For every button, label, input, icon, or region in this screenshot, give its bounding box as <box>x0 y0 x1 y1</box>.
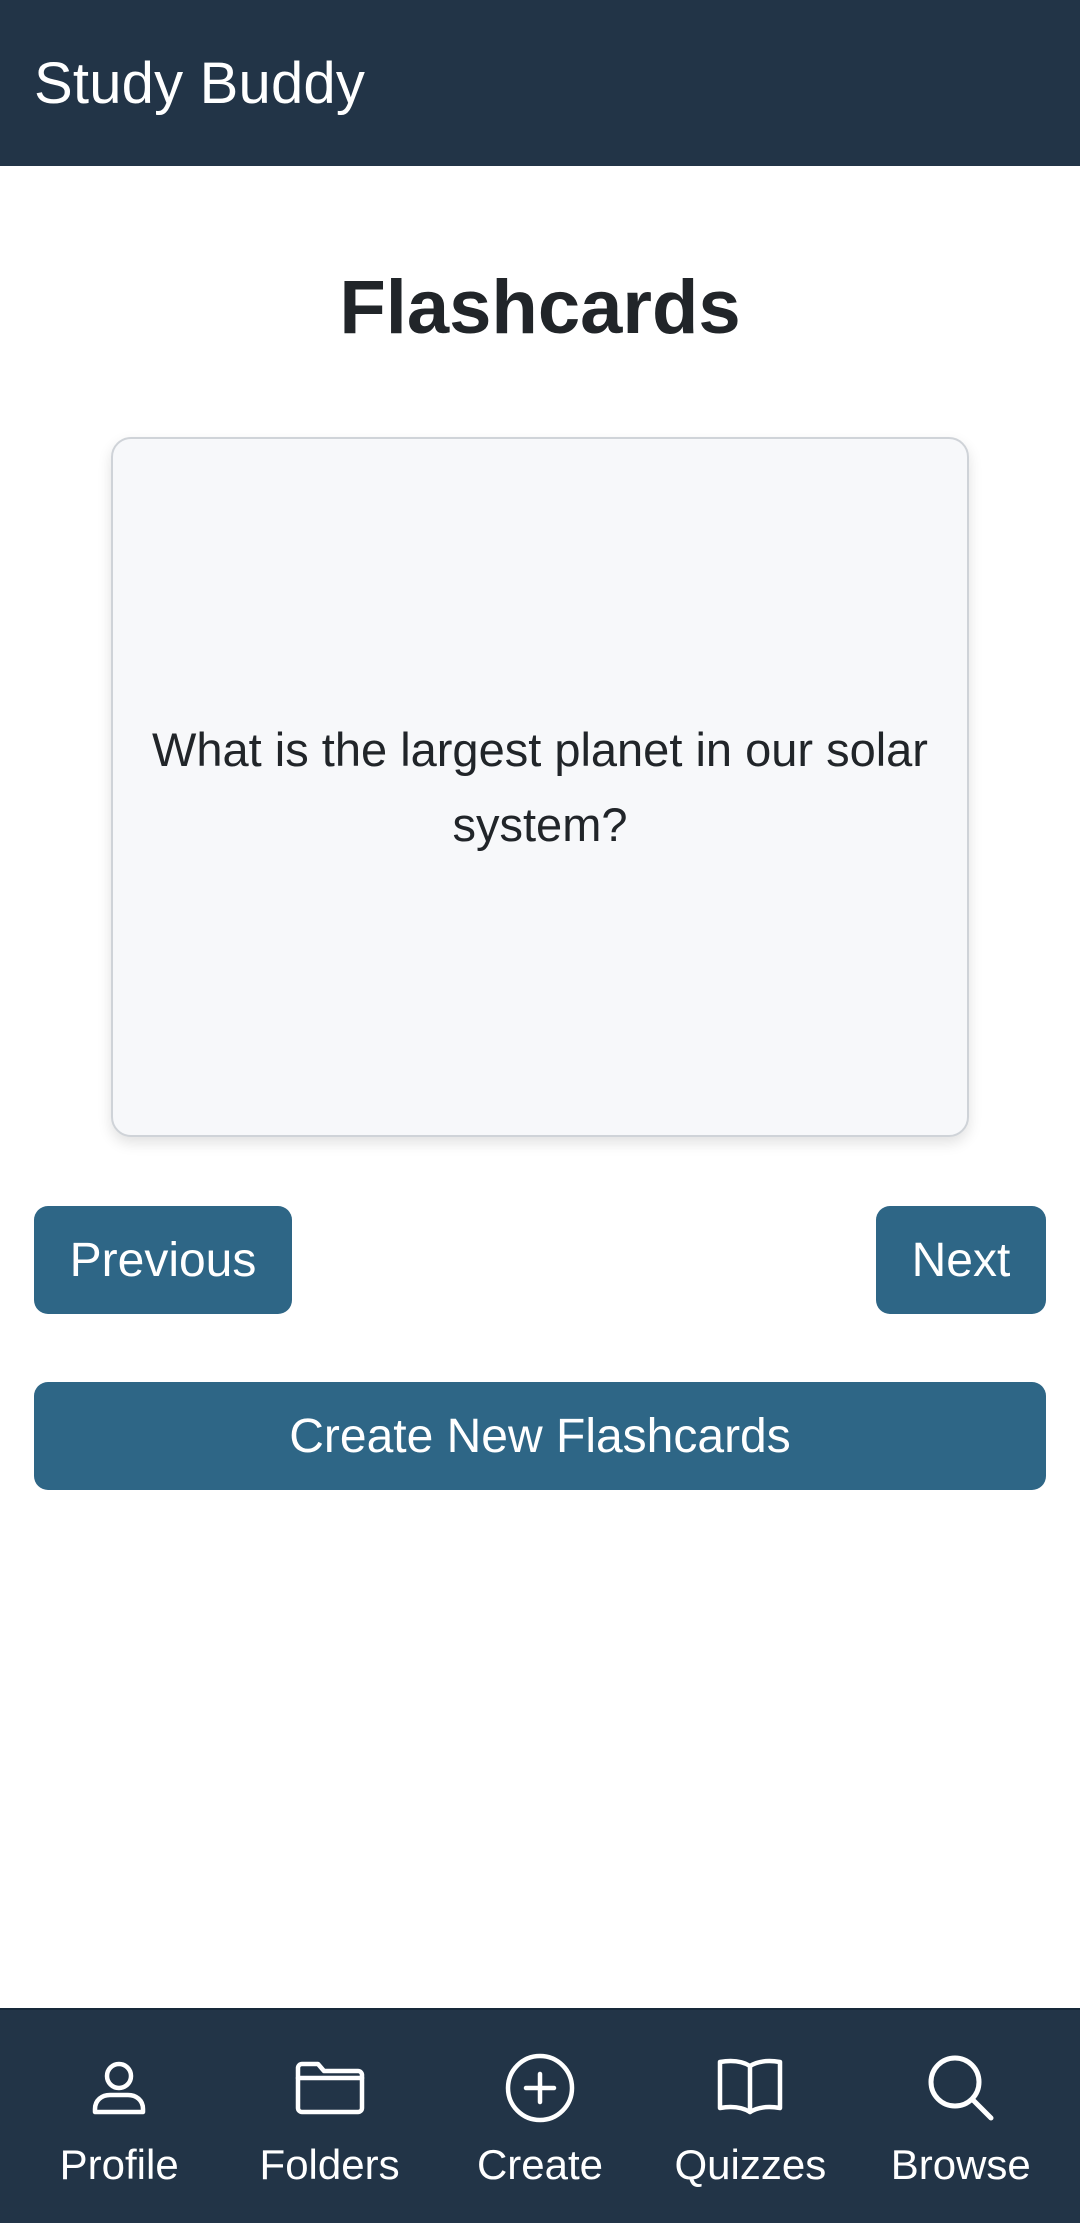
book-icon <box>712 2050 788 2126</box>
app-root: Study Buddy Flashcards What is the large… <box>0 0 1080 2223</box>
nav-label-browse: Browse <box>890 2141 1031 2188</box>
nav-label-profile: Profile <box>59 2141 179 2188</box>
nav-label-quizzes: Quizzes <box>674 2141 827 2188</box>
app-title: Study Buddy <box>34 50 366 116</box>
page-title: Flashcards <box>339 265 741 350</box>
app-header: Study Buddy <box>0 0 1080 166</box>
nav-item-profile[interactable]: Profile <box>19 2010 219 2223</box>
nav-item-browse[interactable]: Browse <box>861 2010 1061 2223</box>
flashcard-question: What is the largest planet in our solar … <box>152 723 928 851</box>
next-button[interactable]: Next <box>876 1206 1046 1314</box>
flashcard[interactable]: What is the largest planet in our solar … <box>111 437 969 1137</box>
nav-label-folders: Folders <box>259 2141 400 2188</box>
bottom-nav: Profile Folders Create Quizzes Browse <box>0 2008 1080 2223</box>
search-icon <box>923 2050 999 2126</box>
nav-item-create[interactable]: Create <box>440 2010 640 2223</box>
previous-button[interactable]: Previous <box>34 1206 292 1314</box>
person-icon <box>81 2050 157 2126</box>
folder-icon <box>292 2050 368 2126</box>
nav-item-quizzes[interactable]: Quizzes <box>650 2010 850 2223</box>
nav-label-create: Create <box>476 2141 603 2188</box>
plus-circle-icon <box>502 2050 578 2126</box>
create-new-flashcards-button[interactable]: Create New Flashcards <box>34 1382 1046 1490</box>
nav-item-folders[interactable]: Folders <box>230 2010 430 2223</box>
